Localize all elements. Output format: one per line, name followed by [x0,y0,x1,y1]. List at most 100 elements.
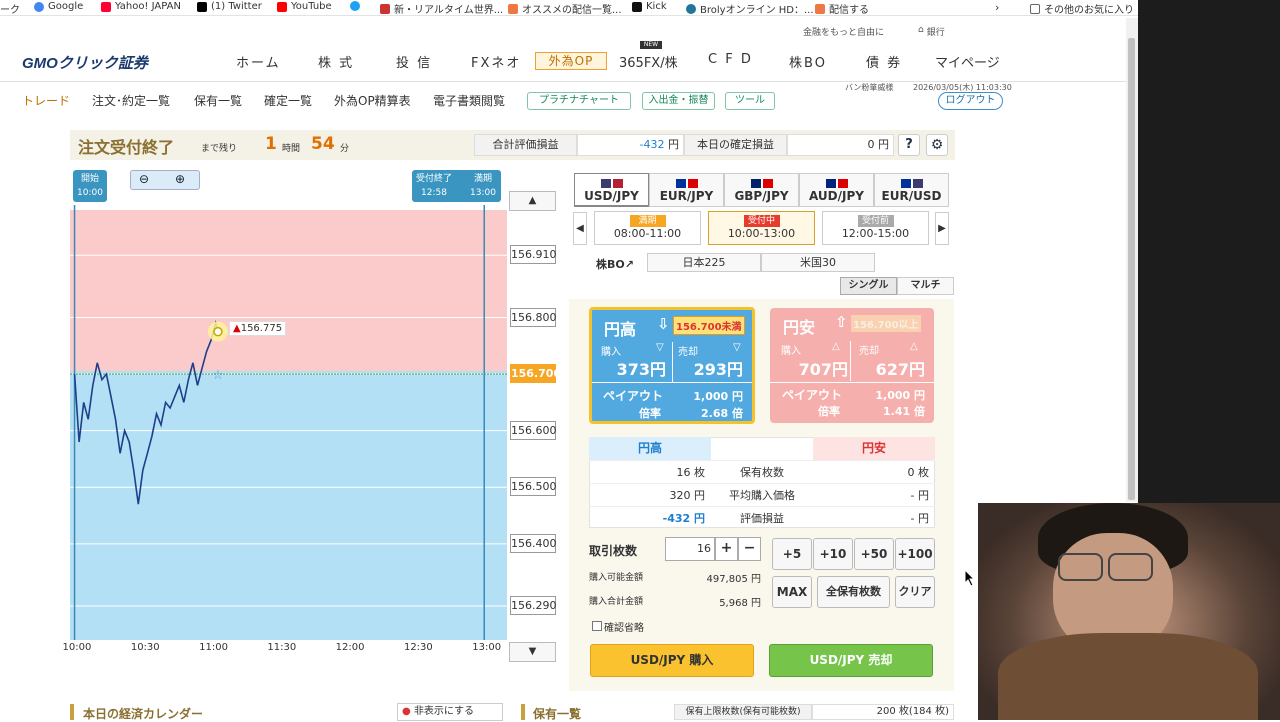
buy-button[interactable]: USD/JPY 購入 [590,644,754,677]
quick-add-100-button[interactable]: +100 [895,538,935,570]
yen-low-panel[interactable]: 円安 ⇧ 156.700以上 購入 △ 売却 △ 707円 627円 ペイアウト… [770,308,934,423]
minutes-unit: 分 [340,144,350,154]
clear-button[interactable]: クリア [895,576,935,608]
scroll-down-button[interactable]: ▼ [509,642,556,662]
bookmark-yahoo[interactable]: Yahoo! JAPAN [101,1,181,12]
x-icon [197,1,207,12]
nav-kabu-bo[interactable]: 株BO [789,52,827,71]
pin-icon: ● [402,706,411,717]
end-flag-expiry: 満期 13:00 [470,172,496,200]
multi-mode-tab[interactable]: マルチ [897,277,954,295]
bank-link[interactable]: ⌂ 銀行 [918,25,945,38]
scroll-up-button[interactable]: ▲ [509,191,556,211]
single-mode-tab[interactable]: シングル [840,277,897,295]
yen-low-sell-price[interactable]: 627円 [876,356,925,380]
bookmark-streams[interactable]: オススメの配信一覧... [508,1,622,16]
user-name: バン粉箪威様 [845,83,894,92]
bookmark-folder-other[interactable]: その他のお気に入り [1030,1,1134,16]
sell-button[interactable]: USD/JPY 売却 [769,644,933,677]
bookmark-kick[interactable]: Kick [632,1,667,12]
gear-icon[interactable]: ⚙ [926,134,948,156]
eur-jpy-flag-icon [675,179,698,188]
bookmark-item[interactable]: ーク [0,1,20,16]
confirm-skip-checkbox[interactable] [592,621,602,631]
subnav-settlement[interactable]: 外為OP精算表 [334,92,411,109]
bookmark-google[interactable]: Google [34,1,83,12]
tools-button[interactable]: ツール [725,92,775,110]
session-active[interactable]: 受付中 10:00-13:00 [708,211,815,245]
quick-add-10-button[interactable]: +10 [813,538,853,570]
subnav-holdings[interactable]: 保有一覧 [194,92,242,109]
nav-fxneo[interactable]: FXネオ [471,52,521,71]
yen-high-sell-price[interactable]: 293円 [694,356,743,380]
quick-add-50-button[interactable]: +50 [854,538,894,570]
scrollbar-thumb[interactable] [1128,38,1135,500]
hide-calendar-button[interactable]: ● 非表示にする [397,703,503,721]
remaining-minutes: 54 [311,134,335,154]
help-icon[interactable]: ? [898,134,920,156]
subnav-trade[interactable]: トレード [22,92,70,109]
bookmark-youtube[interactable]: YouTube [277,1,332,12]
tab-gbpjpy[interactable]: GBP/JPY [724,173,799,207]
zoom-in-icon[interactable]: ⊕ [175,172,185,186]
logout-button[interactable]: ログアウト [938,92,1003,110]
bookmark-stream[interactable]: 配信する [815,1,869,16]
nav-bonds[interactable]: 債 券 [866,52,902,71]
subnav-confirmed[interactable]: 確定一覧 [264,92,312,109]
nav-mypage[interactable]: マイページ [935,52,1000,71]
subnav-orders[interactable]: 注文･約定一覧 [92,92,170,109]
yen-high-payout: 1,000 円 [693,390,743,403]
tab-dow30[interactable]: 米国30 [761,253,875,272]
nav-cfd[interactable]: C F D [708,52,753,67]
quick-add-5-button[interactable]: +5 [772,538,812,570]
quantity-input[interactable]: 16 [665,537,715,561]
max-button[interactable]: MAX [772,576,812,608]
tab-nikkei225[interactable]: 日本225 [647,253,761,272]
x-tick-label: 12:00 [335,642,365,653]
nav-funds[interactable]: 投 信 [396,52,432,71]
quantity-increment-button[interactable]: + [715,537,738,561]
bookmark-broly[interactable]: Brolyオンライン HD：... [686,1,814,16]
chart-icon [380,3,390,14]
gmo-logo[interactable]: GMOクリック証券 [22,52,148,73]
holdings-high-value: 16 枚 [589,460,711,483]
quantity-label: 取引枚数 [589,544,638,558]
tab-eurjpy[interactable]: EUR/JPY [649,173,724,207]
blanket [998,633,1258,720]
platinum-chart-button[interactable]: プラチナチャート [527,92,631,110]
session-next-button[interactable]: ▶ [935,212,949,245]
tab-audjpy[interactable]: AUD/JPY [799,173,874,207]
youtube-icon [277,1,287,12]
tab-eurusd[interactable]: EUR/USD [874,173,949,207]
yen-low-buy-price[interactable]: 707円 [799,356,848,380]
total-value: 5,968 円 [719,598,761,609]
nav-365fx[interactable]: 365FX/株 [619,52,678,71]
end-flag: 受付終了 12:58 満期 13:00 [412,170,501,202]
tab-usdjpy[interactable]: USD/JPY [574,173,649,207]
chevron-right-icon[interactable]: › [995,1,999,14]
all-holdings-button[interactable]: 全保有枚数 [817,576,890,608]
zoom-out-icon[interactable]: ⊖ [139,172,149,186]
yen-high-title: 円高 [604,320,637,339]
bookmark-twitter[interactable]: (1) Twitter [197,1,262,12]
kabu-bo-link[interactable]: 株BO↗ [596,256,634,272]
holdings-high-header: 円高 [589,437,711,460]
yen-high-panel[interactable]: 円高 ⇩ 156.700未満 購入 ▽ 売却 ▽ 373円 293円 ペイアウト… [589,307,755,424]
yen-high-buy-price[interactable]: 373円 [617,356,666,380]
session-expired[interactable]: 満期 08:00-11:00 [594,211,701,245]
session-upcoming[interactable]: 受付前 12:00-15:00 [822,211,929,245]
eval-pnl-label: 合計評価損益 [474,134,577,156]
deposit-transfer-button[interactable]: 入出金・振替 [642,92,715,110]
nav-fx-options[interactable]: 外為OP [535,52,607,70]
yen-high-rate: 2.68 倍 [701,407,743,420]
end-label: 受付終了 [416,174,453,184]
nav-stocks[interactable]: 株 式 [318,52,354,71]
session-prev-button[interactable]: ◀ [573,212,587,245]
quantity-decrement-button[interactable]: − [738,537,761,561]
subnav-documents[interactable]: 電子書類閲覧 [433,92,505,109]
sell-label: 売却 [859,346,879,357]
bookmark-realtime[interactable]: 新・リアルタイム世界... [380,1,503,16]
bookmark-twitter-bird[interactable] [350,1,360,11]
nav-home[interactable]: ホーム [236,52,281,71]
available-label: 購入可能金額 [589,573,644,583]
